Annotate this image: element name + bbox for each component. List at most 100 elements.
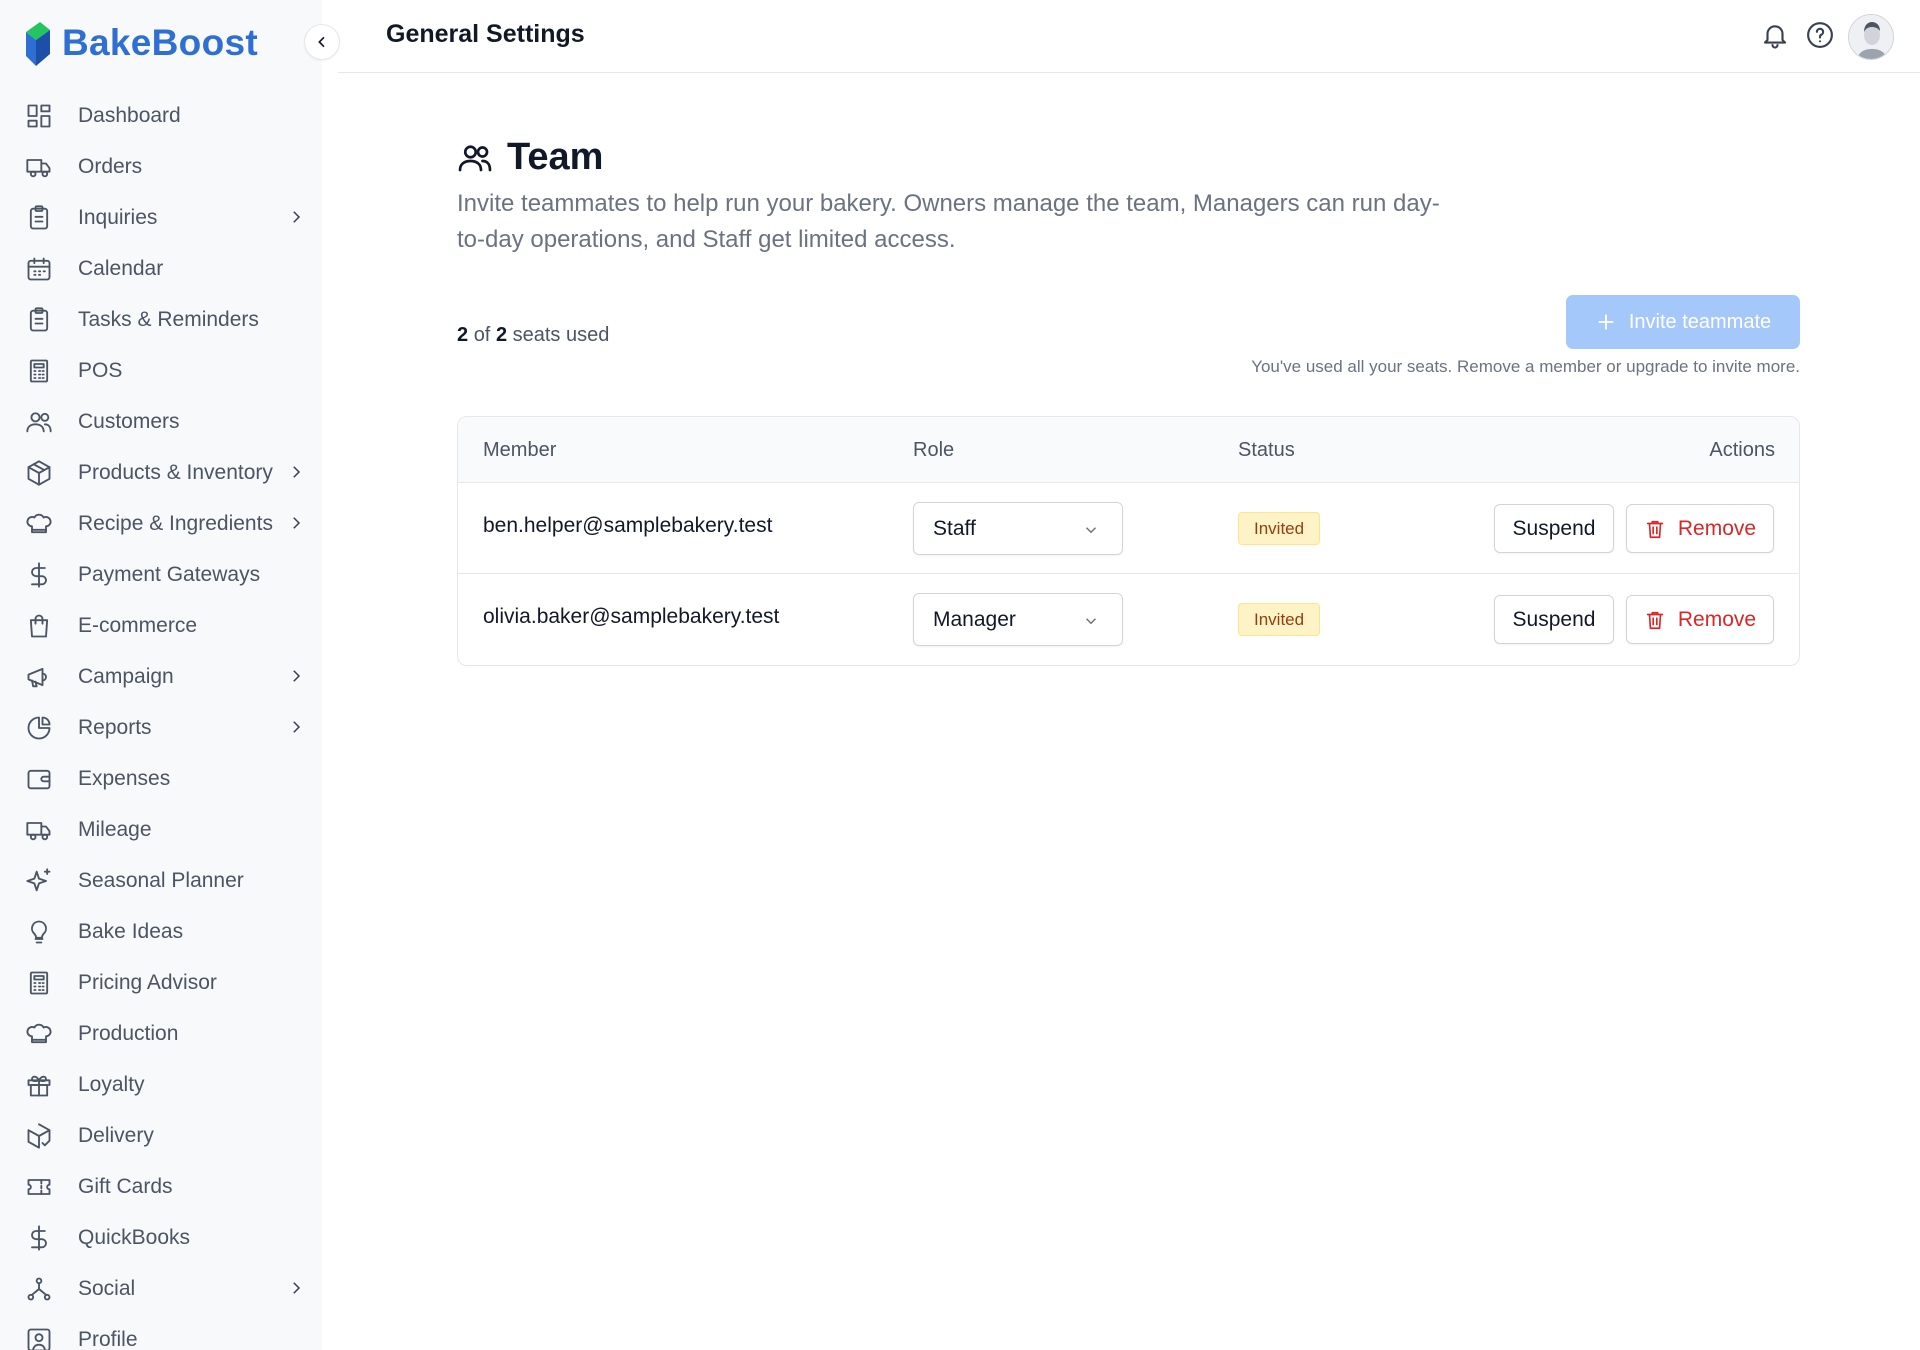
- sidebar-item-label: Dashboard: [78, 103, 181, 127]
- seats-used-summary: 2 of 2 seats used: [457, 324, 609, 347]
- sidebar-item-label: QuickBooks: [78, 1225, 191, 1249]
- seat-limit-note: You've used all your seats. Remove a mem…: [1251, 357, 1800, 376]
- column-header-actions: Actions: [1709, 439, 1775, 461]
- sidebar-item-dashboard[interactable]: Dashboard: [0, 90, 322, 141]
- sidebar-item-profile[interactable]: Profile: [0, 1314, 322, 1350]
- chevron-right-icon: [287, 1279, 305, 1297]
- sidebar-item-customers[interactable]: Customers: [0, 396, 322, 447]
- invite-teammate-button[interactable]: Invite teammate: [1566, 295, 1800, 349]
- package-check-icon: [24, 1121, 54, 1151]
- sidebar-item-calendar[interactable]: Calendar: [0, 243, 322, 294]
- sidebar: BakeBoost Dashboard Orders Inquiries Cal…: [0, 0, 322, 1350]
- chevron-right-icon: [287, 463, 305, 481]
- section-title: Team: [507, 136, 604, 178]
- user-avatar[interactable]: [1848, 14, 1894, 60]
- collapse-sidebar-button[interactable]: [304, 24, 340, 60]
- suspend-button-label: Suspend: [1512, 516, 1596, 540]
- role-select-value: Manager: [933, 608, 1016, 631]
- plus-icon: [1598, 314, 1614, 330]
- pie-chart-icon: [24, 713, 54, 743]
- dashboard-icon: [24, 101, 54, 131]
- member-email: olivia.baker@samplebakery.test: [483, 605, 780, 628]
- invite-button-label: Invite teammate: [1628, 310, 1772, 333]
- sidebar-item-expenses[interactable]: Expenses: [0, 753, 322, 804]
- sidebar-item-label: Campaign: [78, 664, 174, 688]
- share-nodes-icon: [24, 1274, 54, 1304]
- help-circle-icon: [1807, 22, 1833, 48]
- sidebar-item-label: Delivery: [78, 1123, 154, 1147]
- chevron-right-icon: [287, 208, 305, 226]
- sidebar-item-pricing-advisor[interactable]: Pricing Advisor: [0, 957, 322, 1008]
- sidebar-item-delivery[interactable]: Delivery: [0, 1110, 322, 1161]
- chevron-left-icon: [318, 36, 325, 48]
- sidebar-item-orders[interactable]: Orders: [0, 141, 322, 192]
- help-button[interactable]: [1803, 18, 1837, 52]
- sidebar-item-reports[interactable]: Reports: [0, 702, 322, 753]
- column-header-status: Status: [1238, 439, 1295, 461]
- gift-icon: [24, 1070, 54, 1100]
- sidebar-item-label: Gift Cards: [78, 1174, 173, 1198]
- box-icon: [24, 458, 54, 488]
- suspend-button-label: Suspend: [1512, 607, 1596, 631]
- brand-name: BakeBoost: [62, 22, 258, 63]
- sidebar-item-social[interactable]: Social: [0, 1263, 322, 1314]
- sidebar-item-ecommerce[interactable]: E-commerce: [0, 600, 322, 651]
- sidebar-item-inquiries[interactable]: Inquiries: [0, 192, 322, 243]
- sidebar-item-quickbooks[interactable]: QuickBooks: [0, 1212, 322, 1263]
- remove-button-label: Remove: [1677, 516, 1757, 540]
- sidebar-item-seasonal-planner[interactable]: Seasonal Planner: [0, 855, 322, 906]
- sidebar-item-pos[interactable]: POS: [0, 345, 322, 396]
- sidebar-item-campaign[interactable]: Campaign: [0, 651, 322, 702]
- page-title: General Settings: [386, 20, 585, 48]
- role-select[interactable]: Staff: [913, 502, 1123, 555]
- member-email: ben.helper@samplebakery.test: [483, 514, 773, 537]
- brand-logo[interactable]: BakeBoost: [22, 16, 258, 70]
- suspend-button[interactable]: Suspend: [1494, 595, 1614, 644]
- users-icon: [458, 144, 492, 171]
- sidebar-item-label: Customers: [78, 409, 180, 433]
- seats-of-label: of: [473, 324, 491, 346]
- clipboard-list-icon: [24, 305, 54, 335]
- sidebar-item-payment-gateways[interactable]: Payment Gateways: [0, 549, 322, 600]
- table-row: ben.helper@samplebakery.test Staff Invit…: [458, 483, 1799, 574]
- sidebar-item-production[interactable]: Production: [0, 1008, 322, 1059]
- sidebar-nav: Dashboard Orders Inquiries Calendar Task…: [0, 90, 322, 1350]
- team-section-header: Team: [457, 136, 603, 179]
- trash-icon: [1646, 520, 1664, 538]
- sidebar-item-label: Loyalty: [78, 1072, 145, 1096]
- calculator-icon: [24, 356, 54, 386]
- lightbulb-icon: [24, 917, 54, 947]
- sidebar-item-label: Inquiries: [78, 205, 158, 229]
- sidebar-item-label: Products & Inventory: [78, 460, 273, 484]
- bell-icon: [1763, 25, 1787, 49]
- sidebar-item-label: POS: [78, 358, 123, 382]
- seats-used-count: 2: [457, 324, 469, 346]
- sidebar-item-mileage[interactable]: Mileage: [0, 804, 322, 855]
- sidebar-item-label: Reports: [78, 715, 152, 739]
- chevron-right-icon: [287, 667, 305, 685]
- chevron-right-icon: [287, 514, 305, 532]
- sidebar-item-tasks-reminders[interactable]: Tasks & Reminders: [0, 294, 322, 345]
- sidebar-item-loyalty[interactable]: Loyalty: [0, 1059, 322, 1110]
- suspend-button[interactable]: Suspend: [1494, 504, 1614, 553]
- remove-button[interactable]: Remove: [1626, 504, 1774, 553]
- sidebar-item-label: Seasonal Planner: [78, 868, 244, 892]
- sidebar-item-label: E-commerce: [78, 613, 198, 637]
- table-header: Member Role Status Actions: [458, 417, 1799, 483]
- sidebar-item-products-inventory[interactable]: Products & Inventory: [0, 447, 322, 498]
- sidebar-item-gift-cards[interactable]: Gift Cards: [0, 1161, 322, 1212]
- notifications-button[interactable]: [1758, 18, 1792, 52]
- sidebar-item-bake-ideas[interactable]: Bake Ideas: [0, 906, 322, 957]
- sidebar-item-recipe-ingredients[interactable]: Recipe & Ingredients: [0, 498, 322, 549]
- avatar-image: [1849, 15, 1893, 59]
- calculator-icon: [24, 968, 54, 998]
- clipboard-icon: [24, 203, 54, 233]
- dollar-icon: [24, 560, 54, 590]
- truck-icon: [24, 815, 54, 845]
- role-select[interactable]: Manager: [913, 593, 1123, 646]
- profile-icon: [24, 1325, 54, 1350]
- sidebar-item-label: Pricing Advisor: [78, 970, 217, 994]
- sidebar-item-label: Orders: [78, 154, 143, 178]
- remove-button[interactable]: Remove: [1626, 595, 1774, 644]
- users-icon: [24, 407, 54, 437]
